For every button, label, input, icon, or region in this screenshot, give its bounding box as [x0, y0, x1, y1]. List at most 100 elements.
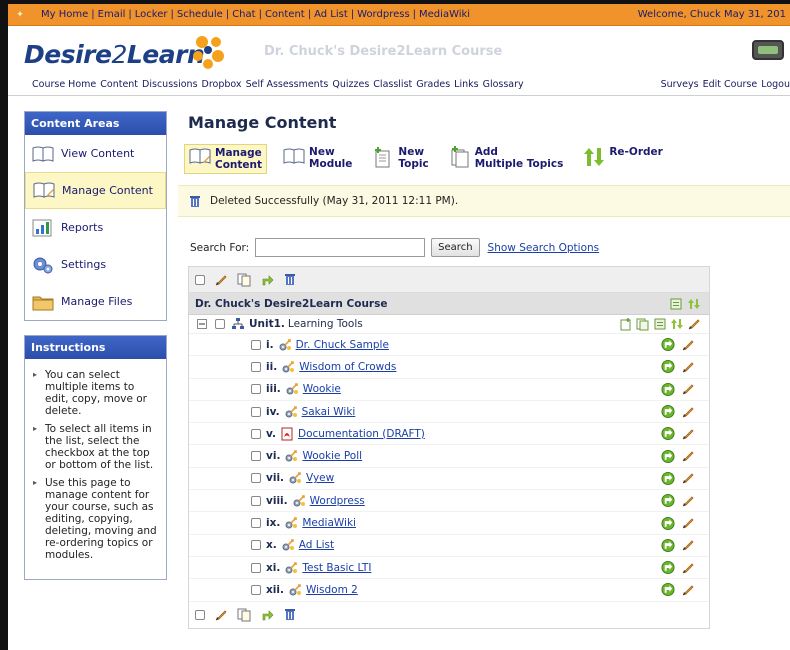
topic-checkbox[interactable] — [251, 540, 261, 551]
edit-icon[interactable] — [681, 427, 695, 441]
course-nav-link[interactable]: Self Assessments — [246, 79, 329, 90]
topic-link[interactable]: MediaWiki — [302, 517, 356, 529]
course-nav-link[interactable]: Edit Course — [703, 79, 758, 90]
course-nav-link[interactable]: Glossary — [483, 79, 524, 90]
edit-icon[interactable] — [681, 405, 695, 419]
sidebar-item-view-content[interactable]: View Content — [25, 135, 166, 172]
move-icon[interactable] — [661, 583, 675, 597]
move-icon[interactable] — [260, 273, 274, 287]
toolbar-reorder-button[interactable]: Re-Order — [579, 144, 666, 170]
edit-icon[interactable] — [681, 449, 695, 463]
topic-checkbox[interactable] — [251, 451, 261, 462]
topic-link[interactable]: Wookie — [303, 383, 341, 395]
topic-link[interactable]: Sakai Wiki — [302, 406, 356, 418]
edit-icon[interactable] — [214, 608, 228, 622]
topic-link[interactable]: Test Basic LTI — [302, 562, 371, 574]
move-icon[interactable] — [661, 449, 675, 463]
sidebar-item-manage-content[interactable]: Manage Content — [25, 172, 166, 209]
sidebar-item-manage-files[interactable]: Manage Files — [25, 283, 166, 320]
topic-link[interactable]: Wookie Poll — [302, 450, 362, 462]
topic-checkbox[interactable] — [251, 384, 261, 395]
new-module-icon[interactable] — [653, 317, 667, 331]
edit-icon[interactable] — [687, 317, 701, 331]
delete-icon[interactable] — [283, 608, 297, 622]
toolbar-new-module-button[interactable]: New Module — [279, 144, 356, 172]
select-all-checkbox-bottom[interactable] — [195, 609, 205, 620]
global-nav-link[interactable]: Wordpress — [354, 9, 413, 20]
topic-link[interactable]: Documentation (DRAFT) — [298, 428, 425, 440]
edit-icon[interactable] — [681, 561, 695, 575]
search-input[interactable] — [255, 238, 426, 257]
edit-icon[interactable] — [681, 338, 695, 352]
topic-checkbox[interactable] — [251, 495, 261, 506]
topic-checkbox[interactable] — [251, 473, 261, 484]
select-all-checkbox[interactable] — [195, 274, 205, 285]
topic-link[interactable]: Ad List — [299, 539, 334, 551]
copy-icon[interactable] — [237, 608, 251, 622]
add-multiple-icon[interactable] — [636, 317, 650, 331]
course-nav-link[interactable]: Dropbox — [202, 79, 242, 90]
course-nav-link[interactable]: Discussions — [142, 79, 197, 90]
collapse-icon[interactable] — [195, 317, 209, 331]
edit-icon[interactable] — [681, 516, 695, 530]
global-nav-link[interactable]: MediaWiki — [416, 9, 473, 20]
edit-icon[interactable] — [681, 471, 695, 485]
sidebar-item-reports[interactable]: Reports — [25, 209, 166, 246]
search-button[interactable]: Search — [431, 238, 480, 257]
global-nav-link[interactable]: Ad List — [311, 9, 351, 20]
move-icon[interactable] — [661, 427, 675, 441]
course-nav-link[interactable]: Surveys — [661, 79, 699, 90]
move-icon[interactable] — [661, 471, 675, 485]
course-nav-link[interactable]: Links — [454, 79, 478, 90]
course-nav-link[interactable]: Grades — [416, 79, 450, 90]
global-nav-link[interactable]: Locker — [132, 9, 171, 20]
move-icon[interactable] — [661, 538, 675, 552]
sidebar-item-settings[interactable]: Settings — [25, 246, 166, 283]
reorder-icon[interactable] — [687, 297, 701, 311]
topic-checkbox[interactable] — [251, 518, 261, 529]
device-icon[interactable] — [752, 40, 784, 60]
topic-checkbox[interactable] — [251, 428, 261, 439]
edit-icon[interactable] — [681, 583, 695, 597]
toolbar-manage-content-button[interactable]: Manage Content — [184, 144, 268, 174]
move-icon[interactable] — [661, 382, 675, 396]
edit-icon[interactable] — [681, 382, 695, 396]
move-icon[interactable] — [661, 494, 675, 508]
copy-icon[interactable] — [237, 273, 251, 287]
topic-checkbox[interactable] — [251, 584, 261, 595]
topic-link[interactable]: Wordpress — [310, 495, 365, 507]
topic-checkbox[interactable] — [251, 562, 261, 573]
edit-icon[interactable] — [681, 538, 695, 552]
edit-icon[interactable] — [681, 360, 695, 374]
global-nav-link[interactable]: Email — [95, 9, 129, 20]
move-icon[interactable] — [661, 404, 675, 419]
course-nav-link[interactable]: Course Home — [32, 79, 96, 90]
global-nav-link[interactable]: Schedule — [174, 9, 226, 20]
module-title[interactable]: Learning Tools — [288, 318, 363, 330]
edit-icon[interactable] — [681, 494, 695, 508]
toolbar-add-multiple-button[interactable]: Add Multiple Topics — [445, 144, 568, 172]
course-nav-link[interactable]: Logou — [761, 79, 790, 90]
module-checkbox[interactable] — [215, 319, 225, 329]
global-nav-link[interactable]: Content — [262, 9, 308, 20]
topic-link[interactable]: Wisdom 2 — [306, 584, 358, 596]
show-search-options-link[interactable]: Show Search Options — [488, 242, 600, 254]
move-icon[interactable] — [661, 360, 675, 374]
move-icon[interactable] — [661, 338, 675, 352]
reorder-icon[interactable] — [670, 317, 684, 331]
topic-link[interactable]: Wisdom of Crowds — [299, 361, 396, 373]
toolbar-new-topic-button[interactable]: New Topic — [368, 144, 432, 172]
new-module-icon[interactable] — [669, 297, 683, 311]
desire2learn-logo[interactable]: Desire2Learn — [24, 40, 205, 69]
global-nav-link[interactable]: Chat — [229, 9, 258, 20]
move-icon[interactable] — [661, 516, 675, 530]
global-nav-link[interactable]: My Home — [38, 9, 91, 20]
topic-checkbox[interactable] — [251, 406, 261, 417]
topic-checkbox[interactable] — [251, 361, 261, 372]
topic-link[interactable]: Dr. Chuck Sample — [296, 339, 389, 351]
edit-icon[interactable] — [214, 273, 228, 287]
course-nav-link[interactable]: Content — [100, 79, 138, 90]
course-nav-link[interactable]: Quizzes — [332, 79, 369, 90]
course-nav-link[interactable]: Classlist — [373, 79, 412, 90]
topic-checkbox[interactable] — [251, 339, 261, 350]
